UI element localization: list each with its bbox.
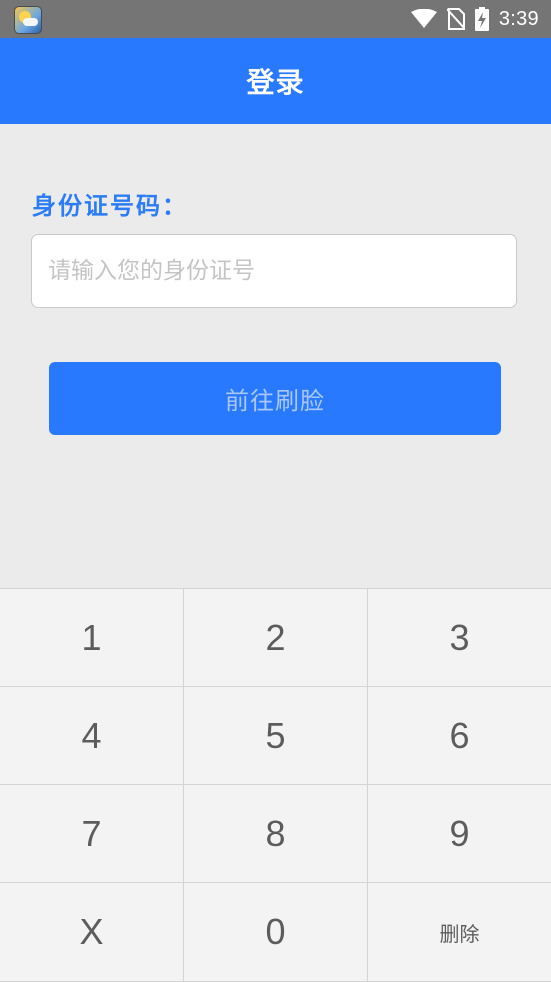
key-4[interactable]: 4 [0,687,184,785]
key-x[interactable]: X [0,883,184,982]
key-2[interactable]: 2 [184,589,368,687]
face-scan-button[interactable]: 前往刷脸 [49,362,501,435]
clock-time: 3:39 [498,7,539,30]
id-number-label: 身份证号码： [32,192,188,220]
key-5[interactable]: 5 [184,687,368,785]
page-title: 登录 [246,66,305,99]
key-3[interactable]: 3 [368,589,551,687]
key-0[interactable]: 0 [184,883,368,982]
wifi-icon [410,9,437,28]
app-bar: 登录 [0,38,551,124]
numeric-keypad: 1 2 3 4 5 6 7 8 9 X 0 删除 [0,588,551,982]
weather-app-icon [14,6,42,34]
key-7[interactable]: 7 [0,785,184,883]
status-bar: 3:39 [0,0,551,38]
key-6[interactable]: 6 [368,687,551,785]
id-number-input[interactable] [31,234,517,308]
no-sim-icon [446,8,465,30]
key-9[interactable]: 9 [368,785,551,883]
key-8[interactable]: 8 [184,785,368,883]
delete-key[interactable]: 删除 [368,883,551,982]
battery-charging-icon [474,7,489,31]
key-1[interactable]: 1 [0,589,184,687]
